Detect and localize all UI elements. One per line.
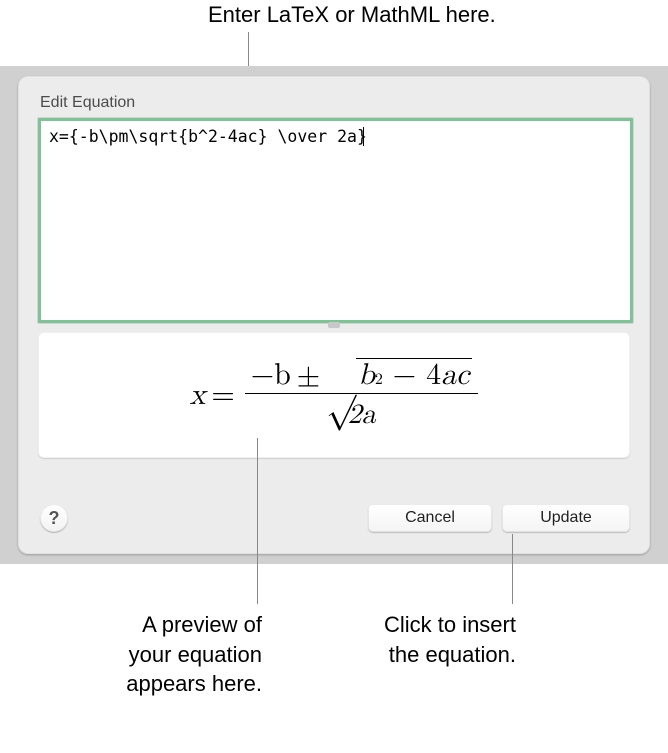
rendered-equation: x = −b ± √ b2 − 4ac 2a <box>190 358 479 432</box>
annotation-top: Enter LaTeX or MathML here. <box>208 0 496 30</box>
dialog-title: Edit Equation <box>40 94 135 112</box>
latex-input[interactable]: x={-b\pm\sqrt{b^2-4ac} \over 2a} <box>38 118 633 323</box>
annotation-preview: A preview of your equation appears here. <box>102 610 262 699</box>
latex-input-text: x={-b\pm\sqrt{b^2-4ac} \over 2a} <box>49 127 367 146</box>
edit-equation-dialog: Edit Equation x={-b\pm\sqrt{b^2-4ac} \ov… <box>18 76 650 554</box>
equation-preview: x = −b ± √ b2 − 4ac 2a <box>38 332 630 458</box>
resize-grip[interactable] <box>328 322 340 328</box>
cancel-button[interactable]: Cancel <box>368 504 492 532</box>
update-button[interactable]: Update <box>502 504 630 532</box>
annotation-update-leader <box>512 534 513 604</box>
text-caret <box>363 127 364 146</box>
annotation-update: Click to insert the equation. <box>360 610 516 669</box>
annotation-preview-leader <box>257 438 258 604</box>
help-button[interactable]: ? <box>40 504 68 532</box>
